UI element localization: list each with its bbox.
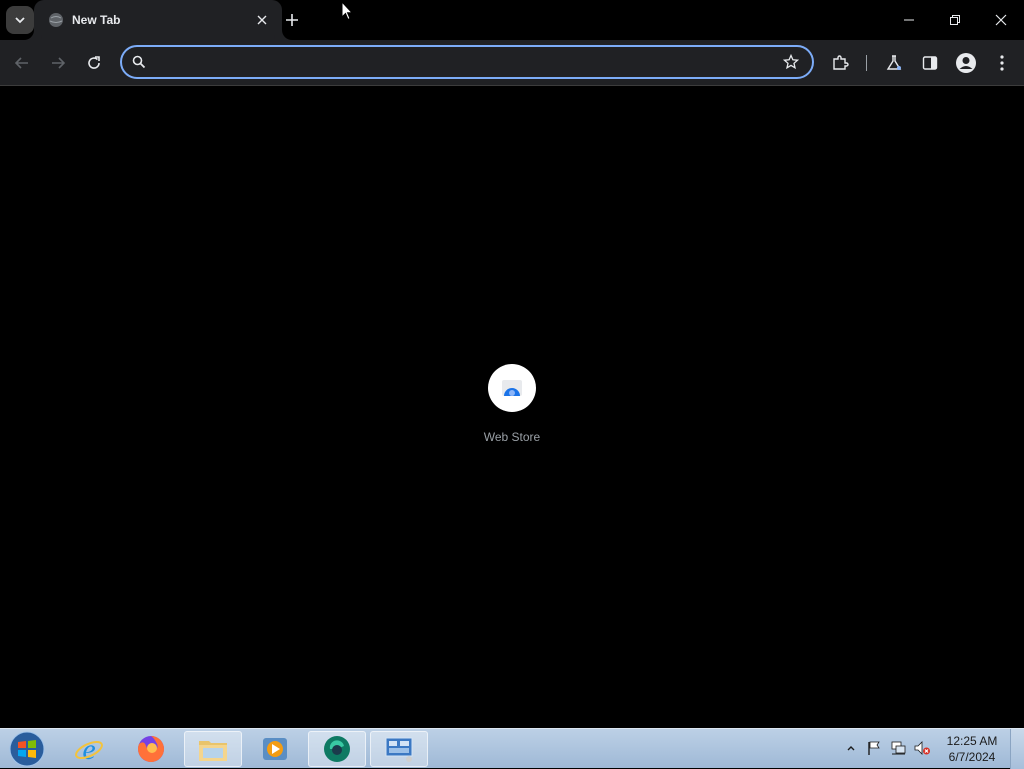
forward-button[interactable]: [44, 49, 72, 77]
close-icon: [257, 15, 267, 25]
shortcut-label: Web Store: [483, 430, 541, 444]
side-panel-button[interactable]: [916, 49, 944, 77]
clock-time: 12:25 AM: [946, 734, 998, 748]
globe-icon: [49, 13, 63, 27]
back-button[interactable]: [8, 49, 36, 77]
tab-title: New Tab: [72, 13, 121, 27]
taskbar-control-panel[interactable]: [370, 731, 428, 767]
chevron-up-icon: [847, 746, 855, 751]
arrow-left-icon: [14, 57, 28, 69]
network-button[interactable]: [889, 739, 907, 757]
profile-button[interactable]: [952, 49, 980, 77]
start-orb-icon: [9, 731, 45, 767]
search-icon: [132, 55, 146, 69]
reload-button[interactable]: [80, 49, 108, 77]
address-input[interactable]: [158, 54, 780, 70]
clock-date: 6/7/2024: [948, 750, 996, 764]
chevron-down-icon: [15, 17, 25, 24]
address-bar[interactable]: [120, 45, 814, 79]
more-vertical-icon: [1000, 55, 1004, 71]
browser-app-icon: [324, 736, 350, 762]
toolbar-separator: [866, 55, 867, 71]
show-hidden-icons-button[interactable]: [842, 739, 860, 757]
tab-new-tab[interactable]: New Tab: [34, 0, 282, 40]
avatar-icon: [956, 53, 976, 73]
taskbar-media-player[interactable]: [246, 731, 304, 767]
side-panel-icon: [922, 56, 938, 70]
shortcut-web-store[interactable]: Web Store: [472, 364, 552, 454]
taskbar-browser-app[interactable]: [308, 731, 366, 767]
puzzle-icon: [833, 55, 849, 70]
taskbar-file-explorer[interactable]: [184, 731, 242, 767]
firefox-icon: [138, 736, 164, 762]
new-tab-button[interactable]: [280, 8, 304, 32]
tab-strip: New Tab: [0, 0, 1024, 40]
tab-close-button[interactable]: [252, 10, 272, 30]
star-icon: [783, 54, 799, 70]
close-icon: [995, 14, 1007, 26]
web-store-icon: [502, 380, 522, 396]
restore-icon: [950, 15, 960, 25]
new-tab-page: Web Store: [0, 87, 1024, 728]
media-player-icon: [263, 738, 287, 760]
extensions-button[interactable]: [826, 49, 854, 77]
volume-button[interactable]: [913, 739, 931, 757]
start-button[interactable]: [6, 731, 48, 767]
plus-icon: [286, 14, 298, 26]
arrow-right-icon: [52, 57, 66, 69]
control-panel-icon: [385, 737, 413, 762]
browser-toolbar: [0, 40, 1024, 86]
restore-button[interactable]: [932, 0, 978, 40]
minimize-icon: [904, 19, 914, 21]
bookmark-button[interactable]: [780, 51, 802, 73]
show-desktop-button[interactable]: [1010, 729, 1024, 769]
taskbar-firefox[interactable]: [122, 731, 180, 767]
minimize-button[interactable]: [886, 0, 932, 40]
network-icon: [891, 741, 906, 755]
labs-button[interactable]: [880, 49, 908, 77]
menu-button[interactable]: [988, 49, 1016, 77]
flag-icon: [868, 741, 880, 755]
mouse-cursor-icon: [341, 1, 353, 21]
svg-text:e: e: [82, 734, 95, 764]
reload-icon: [88, 56, 100, 69]
flask-icon: [886, 55, 902, 70]
shortcut-icon-wrapper: [488, 364, 536, 412]
taskbar: e 12:25 AM 6/7/2024: [0, 728, 1024, 769]
internet-explorer-icon: e: [75, 734, 103, 764]
file-explorer-icon: [199, 741, 227, 761]
action-center-button[interactable]: [865, 739, 883, 757]
volume-muted-icon: [914, 741, 930, 755]
close-window-button[interactable]: [978, 0, 1024, 40]
taskbar-clock[interactable]: 12:25 AM 6/7/2024: [940, 733, 1004, 765]
taskbar-internet-explorer[interactable]: e: [60, 731, 118, 767]
